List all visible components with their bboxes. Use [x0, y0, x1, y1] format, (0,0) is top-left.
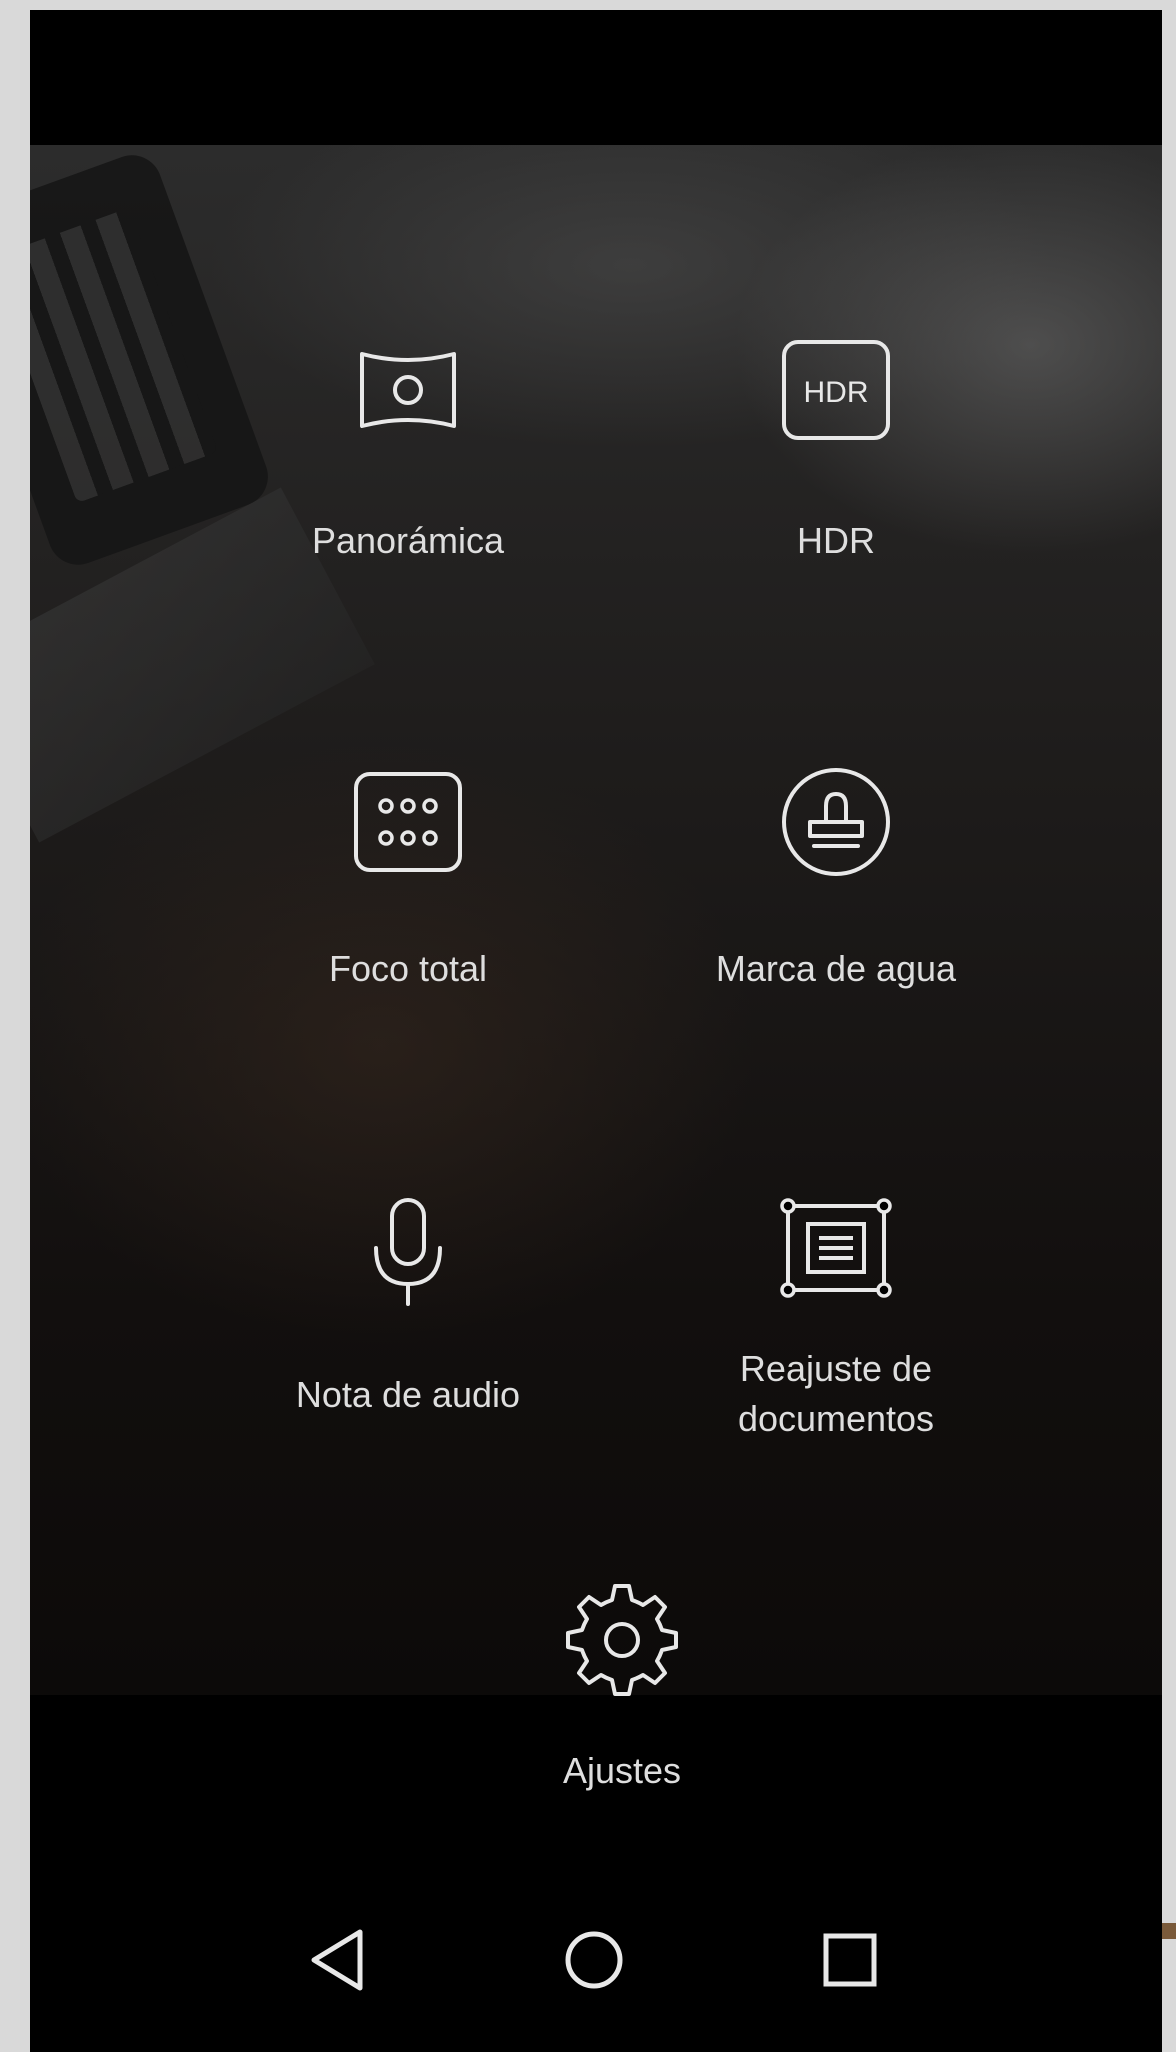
hdr-icon: HDR	[782, 340, 890, 440]
top-bar	[30, 10, 1162, 145]
mode-label-all-focus: Foco total	[328, 948, 488, 989]
mode-label-audio-note: Nota de audio	[295, 1374, 521, 1415]
mode-hdr[interactable]: HDR HDR	[626, 340, 1046, 580]
mode-watermark[interactable]: Marca de agua	[626, 768, 1046, 1008]
microphone-icon	[374, 1198, 442, 1306]
gear-icon	[566, 1584, 678, 1696]
mode-document-adjust[interactable]: Reajuste de documentos	[626, 1194, 1046, 1454]
mode-label-panorama: Panorámica	[311, 520, 505, 561]
settings-button[interactable]: Ajustes	[412, 1580, 832, 1820]
mode-label-hdr: HDR	[797, 520, 875, 561]
watermark-stamp-icon	[782, 768, 890, 876]
panorama-icon	[360, 352, 456, 428]
mode-label-watermark: Marca de agua	[715, 948, 957, 989]
edge-accent	[1162, 1923, 1176, 1939]
home-circle-icon[interactable]	[554, 1920, 634, 2000]
mode-panorama[interactable]: Panorámica	[198, 340, 618, 580]
recents-square-icon[interactable]	[810, 1920, 890, 2000]
navigation-bar	[30, 1890, 1162, 2030]
camera-modes-screen: Panorámica HDR HDR Foco total Marca de a…	[30, 10, 1162, 2052]
settings-label: Ajustes	[562, 1750, 682, 1791]
mode-all-focus[interactable]: Foco total	[198, 768, 618, 1008]
hdr-badge-text: HDR	[804, 376, 869, 409]
document-adjust-icon	[780, 1198, 892, 1298]
all-focus-icon	[354, 772, 462, 872]
mode-audio-note[interactable]: Nota de audio	[198, 1194, 618, 1454]
back-triangle-icon[interactable]	[298, 1920, 378, 2000]
mode-label-document-adjust: Reajuste de documentos	[737, 1348, 935, 1439]
